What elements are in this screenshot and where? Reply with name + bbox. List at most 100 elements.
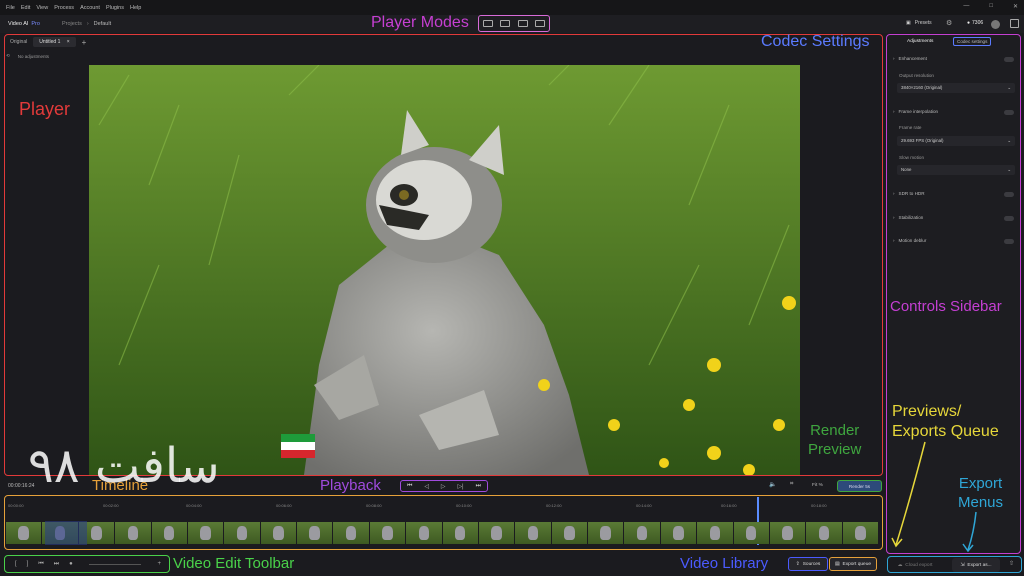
timeline-thumbnails[interactable] (6, 522, 878, 544)
annotation-codec-settings: Codec Settings (761, 33, 870, 50)
zoom-in-icon[interactable]: + (157, 561, 161, 567)
frame-interpolation-toggle[interactable] (1004, 110, 1014, 115)
mark-in-button[interactable]: [ (15, 561, 17, 567)
thumbnail-frame (697, 522, 733, 544)
cloud-export-label: Cloud export (905, 562, 933, 568)
expand-icon: › (893, 191, 895, 196)
sdr-hdr-row[interactable]: › SDR to HDR (893, 191, 925, 196)
sdr-hdr-toggle[interactable] (1004, 192, 1014, 197)
menu-edit[interactable]: Edit (21, 5, 30, 11)
sources-button[interactable]: ⇪ Sources (788, 557, 828, 571)
export-as-label: Export as... (967, 562, 992, 568)
settings-icon[interactable]: ⚙ (946, 19, 952, 27)
thumbnail-frame (515, 522, 551, 544)
expand-icon: › (893, 215, 895, 220)
zoom-slider-handle[interactable]: ● (69, 561, 73, 567)
thumbnail-frame (260, 522, 296, 544)
tab-adjustments[interactable]: Adjustments (907, 39, 933, 44)
stabilization-row[interactable]: › Stabilization (893, 215, 923, 220)
prev-clip-icon[interactable]: ⏮ (38, 561, 43, 568)
enhancement-row[interactable]: › Enhancement (893, 56, 927, 61)
panel-toggle-icon[interactable] (1010, 19, 1019, 28)
mode-single-icon[interactable] (482, 20, 493, 27)
mode-compare-icon[interactable] (535, 20, 546, 27)
render-preview-button[interactable]: Render 5s (837, 480, 882, 492)
motion-deblur-label: Motion deblur (898, 238, 927, 243)
breadcrumb-projects[interactable]: Projects (62, 21, 82, 27)
annotation-previews-queue: Previews/ Exports Queue (892, 403, 999, 440)
tick-label: 00:10:00 (456, 503, 472, 508)
adjustments-status: No adjustments (17, 53, 50, 59)
maximize-button[interactable]: □ (989, 3, 993, 10)
cloud-export-button[interactable]: ☁ Cloud export (890, 558, 940, 572)
motion-deblur-row[interactable]: › Motion deblur (893, 238, 926, 243)
step-back-icon[interactable]: ◁ (424, 483, 429, 490)
presets-button[interactable]: ▣ Presets (906, 20, 932, 26)
slow-motion-value: None (901, 167, 912, 172)
credits-count: 7306 (972, 20, 984, 26)
menu-process[interactable]: Process (54, 5, 74, 11)
presets-label: Presets (914, 20, 932, 26)
menu-account[interactable]: Account (80, 5, 100, 11)
frame-rate-label: Frame rate (899, 125, 922, 130)
tab-codec-settings[interactable]: Codec settings (953, 37, 992, 46)
enhancement-toggle[interactable] (1004, 57, 1014, 62)
fit-zoom-select[interactable]: Fit % (812, 483, 823, 488)
output-resolution-select[interactable]: 3840×2160 (Original) ⌄ (897, 83, 1015, 93)
tick-label: 00:12:00 (546, 503, 562, 508)
app-name: Video AI (8, 21, 29, 27)
export-queue-button[interactable]: ▤ Export queue (829, 557, 877, 571)
tab-untitled[interactable]: Untitled 1 × (33, 37, 76, 47)
share-icon[interactable]: ⇧ (1009, 560, 1014, 567)
thumbnail-frame (6, 522, 42, 544)
breadcrumb-default[interactable]: Default (94, 21, 111, 27)
mode-side-by-side-icon[interactable] (517, 20, 528, 27)
chevron-down-icon: ⌄ (1007, 138, 1011, 143)
menu-view[interactable]: View (36, 5, 48, 11)
annotation-export-menus: Export Menus (958, 475, 1004, 511)
video-preview[interactable] (89, 65, 800, 475)
minimize-button[interactable]: — (963, 3, 969, 10)
menu-help[interactable]: Help (130, 5, 141, 11)
thumbnail-frame (806, 522, 842, 544)
avatar[interactable] (991, 20, 1000, 29)
stabilization-toggle[interactable] (1004, 216, 1014, 221)
chevron-down-icon: ⌄ (1007, 85, 1011, 90)
export-as-button[interactable]: ⇲ Export as... (952, 558, 1000, 572)
frame-interpolation-row[interactable]: › Frame interpolation (893, 109, 938, 114)
skip-end-icon[interactable]: ⏭ (476, 483, 481, 490)
menu-plugins[interactable]: Plugins (106, 5, 124, 11)
step-forward-icon[interactable]: ▷| (457, 483, 463, 490)
player-modes (478, 15, 550, 32)
tab-close-icon[interactable]: × (67, 39, 70, 45)
timeline-ruler: 00:00:00 00:02:00 00:04:00 00:06:00 00:0… (6, 498, 880, 514)
slow-motion-select[interactable]: None ⌄ (897, 165, 1015, 175)
thumbnail-frame (224, 522, 260, 544)
tab-original[interactable]: Original (4, 37, 33, 47)
mode-split-icon[interactable] (500, 20, 511, 27)
menu-bar: File Edit View Process Account Plugins H… (0, 0, 1024, 15)
thumbnail-frame (115, 522, 151, 544)
selection-range[interactable] (45, 521, 87, 545)
motion-deblur-toggle[interactable] (1004, 239, 1014, 244)
mark-out-button[interactable]: ] (27, 561, 29, 567)
zoom-slider-track[interactable] (88, 563, 142, 565)
skip-start-icon[interactable]: ⏮ (407, 483, 412, 490)
thumbnail-frame (406, 522, 442, 544)
volume-icon[interactable]: 🔈 (769, 481, 776, 488)
thumbnail-frame (187, 522, 224, 544)
menu-file[interactable]: File (6, 5, 15, 11)
thumbnail-frame (769, 522, 806, 544)
play-icon[interactable]: ▷ (441, 483, 446, 490)
next-clip-icon[interactable]: ⏭ (54, 561, 59, 568)
tick-label: 00:08:00 (366, 503, 382, 508)
frame-rate-select[interactable]: 29.693 FPS (Original) ⌄ (897, 136, 1015, 146)
presets-icon: ▣ (906, 20, 911, 26)
chevron-down-icon: ⌄ (1007, 167, 1011, 172)
output-resolution-value: 3840×2160 (Original) (901, 85, 943, 90)
tick-label: 00:18:00 (811, 503, 827, 508)
add-tab-button[interactable]: + (76, 36, 93, 49)
crop-icon[interactable]: ⌗ (790, 481, 793, 488)
close-window-button[interactable]: ✕ (1013, 3, 1018, 10)
tick-label: 00:02:00 (103, 503, 119, 508)
